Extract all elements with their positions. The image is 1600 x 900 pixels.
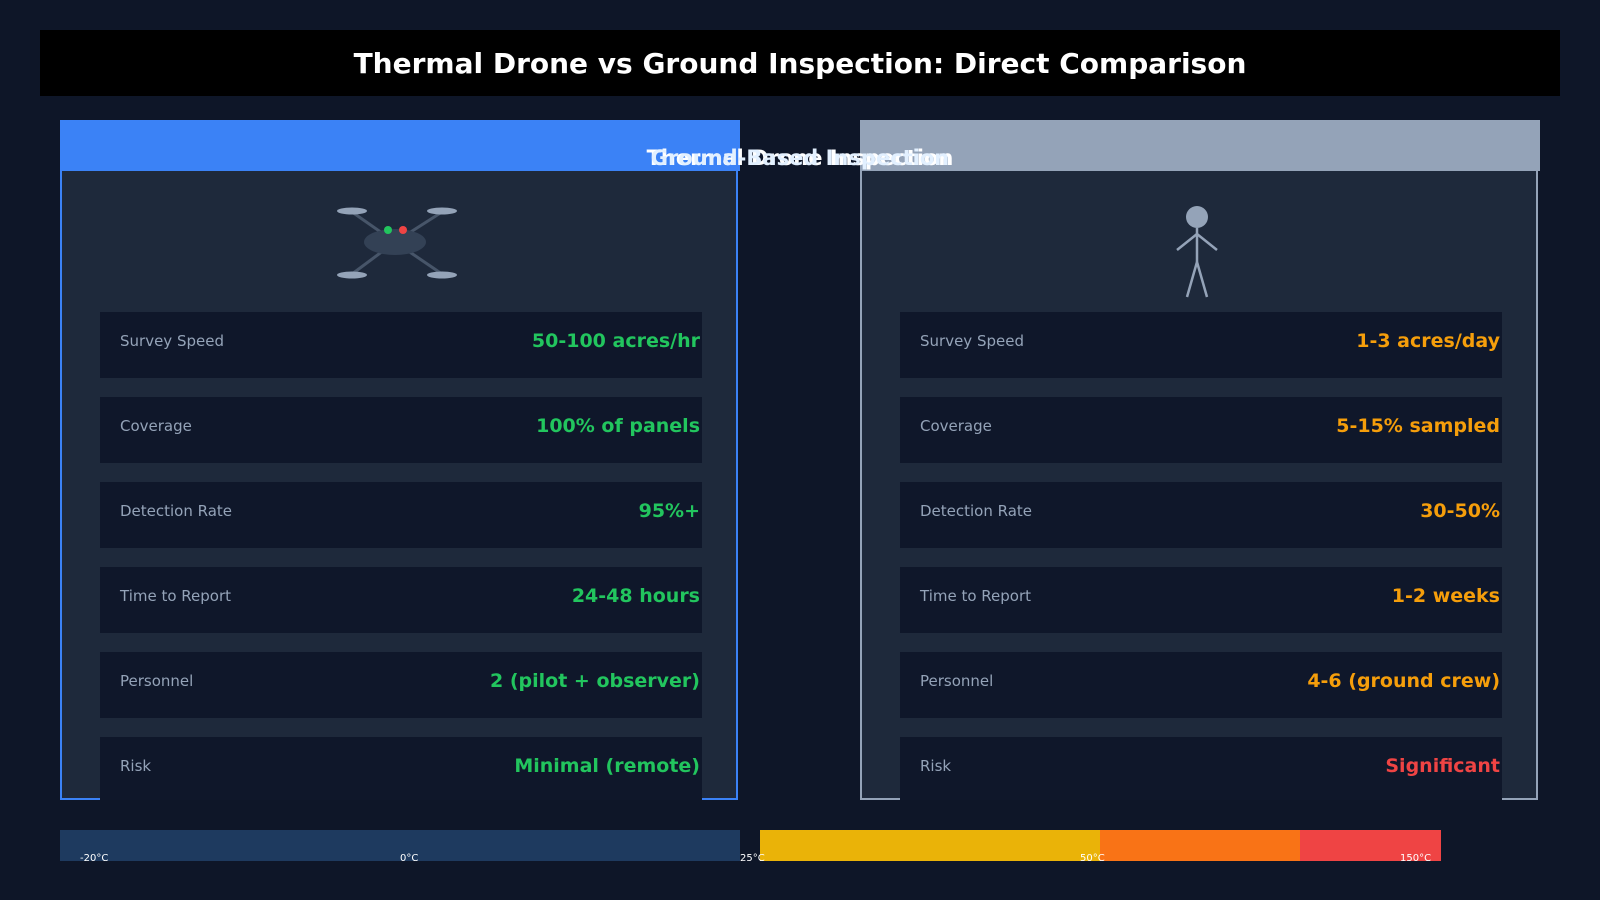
metric-label: Coverage xyxy=(920,417,992,435)
ground-metric-coverage: Coverage 5-15% sampled xyxy=(900,397,1502,463)
ground-metric-risk: Risk Significant xyxy=(900,737,1502,800)
drone-panel: Survey Speed 50-100 acres/hr Coverage 10… xyxy=(60,120,740,800)
metric-value: 95%+ xyxy=(638,500,700,522)
drone-metric-coverage: Coverage 100% of panels xyxy=(100,397,702,463)
ground-metric-personnel: Personnel 4-6 (ground crew) xyxy=(900,652,1502,718)
metric-value: 1-2 weeks xyxy=(1391,585,1500,607)
metric-label: Detection Rate xyxy=(120,502,233,520)
drone-metric-personnel: Personnel 2 (pilot + observer) xyxy=(100,652,702,718)
scale-segment-hot xyxy=(1100,830,1300,861)
page-title: Thermal Drone vs Ground Inspection: Dire… xyxy=(353,46,1247,80)
scale-tick: 150°C xyxy=(1400,853,1432,864)
ground-panel-header xyxy=(860,120,1540,171)
drone-metric-detection-rate: Detection Rate 95%+ xyxy=(100,482,702,548)
metric-label: Risk xyxy=(120,757,152,775)
metric-value: 30-50% xyxy=(1420,500,1500,522)
metric-value: 1-3 acres/day xyxy=(1356,330,1500,352)
drone-metric-time-to-report: Time to Report 24-48 hours xyxy=(100,567,702,633)
metric-value: 2 (pilot + observer) xyxy=(490,670,700,692)
scale-tick: -20°C xyxy=(80,853,109,864)
ground-metric-time-to-report: Time to Report 1-2 weeks xyxy=(900,567,1502,633)
metric-label: Personnel xyxy=(920,672,994,690)
ground-panel: Survey Speed 1-3 acres/day Coverage 5-15… xyxy=(860,120,1540,800)
title-bar: Thermal Drone vs Ground Inspection: Dire… xyxy=(40,30,1560,96)
metric-value: Significant xyxy=(1385,755,1500,777)
ground-metric-detection-rate: Detection Rate 30-50% xyxy=(900,482,1502,548)
metric-value: Minimal (remote) xyxy=(514,755,700,777)
scale-tick: 25°C xyxy=(740,853,765,864)
metric-label: Time to Report xyxy=(120,587,232,605)
metric-label: Coverage xyxy=(120,417,192,435)
metric-value: 5-15% sampled xyxy=(1336,415,1500,437)
metric-label: Survey Speed xyxy=(120,332,224,350)
scale-tick: 0°C xyxy=(400,853,419,864)
scale-tick: 50°C xyxy=(1080,853,1105,864)
metric-value: 24-48 hours xyxy=(571,585,700,607)
metric-label: Risk xyxy=(920,757,952,775)
metric-label: Time to Report xyxy=(920,587,1032,605)
drone-icon xyxy=(62,182,740,302)
scale-segment-warm xyxy=(760,830,1100,861)
metric-value: 4-6 (ground crew) xyxy=(1307,670,1500,692)
ground-metric-survey-speed: Survey Speed 1-3 acres/day xyxy=(900,312,1502,378)
metric-label: Personnel xyxy=(120,672,194,690)
metric-value: 50-100 acres/hr xyxy=(531,330,700,352)
metric-value: 100% of panels xyxy=(536,415,700,437)
drone-metric-risk: Risk Minimal (remote) xyxy=(100,737,702,800)
metric-label: Detection Rate xyxy=(920,502,1033,520)
person-icon xyxy=(862,182,1540,302)
metric-label: Survey Speed xyxy=(920,332,1024,350)
drone-panel-header xyxy=(60,120,740,171)
drone-metric-survey-speed: Survey Speed 50-100 acres/hr xyxy=(100,312,702,378)
